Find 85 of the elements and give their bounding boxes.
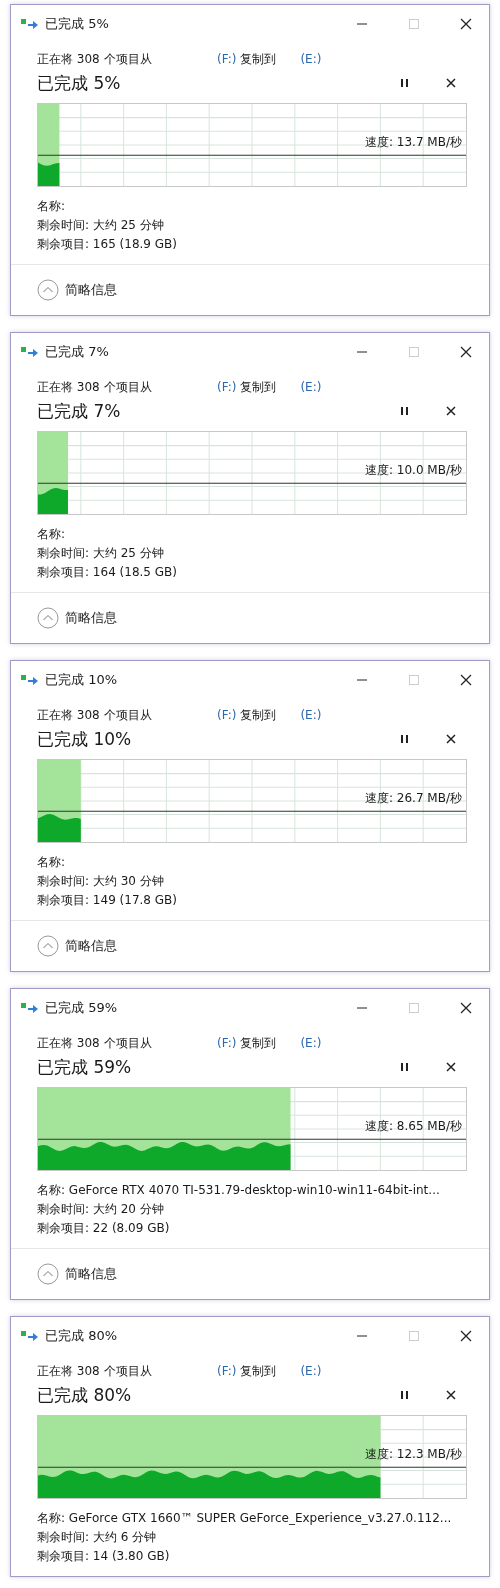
file-name: 名称: GeForce GTX 1660™ SUPER GeForce_Experience_v3.27.0.112... bbox=[37, 1510, 453, 1527]
time-remaining: 剩余时间: 大约 30 分钟 bbox=[37, 873, 165, 890]
speed-label: 速度: 10.0 MB/秒 bbox=[364, 462, 462, 479]
fewer-details-button[interactable]: 简略信息 bbox=[37, 1263, 117, 1285]
maximize-icon bbox=[408, 674, 420, 686]
file-name: 名称: bbox=[37, 198, 67, 215]
copy-icon bbox=[21, 346, 39, 358]
fewer-details-button[interactable]: 简略信息 bbox=[37, 607, 117, 629]
progress-heading: 已完成 59% bbox=[37, 1055, 133, 1079]
speed-wave-drawing bbox=[38, 487, 68, 514]
window-title: 已完成 80% bbox=[45, 1327, 119, 1345]
close-icon bbox=[460, 18, 472, 30]
maximize-icon bbox=[408, 18, 420, 30]
speed-label: 速度: 8.65 MB/秒 bbox=[364, 1118, 462, 1135]
maximize-icon bbox=[408, 1330, 420, 1342]
items-remaining: 剩余项目: 22 (8.09 GB) bbox=[37, 1220, 171, 1237]
cancel-icon bbox=[446, 734, 456, 744]
close-icon bbox=[460, 674, 472, 686]
close-icon bbox=[460, 346, 472, 358]
target-drive-link[interactable]: (E:) bbox=[300, 708, 322, 722]
fewer-details-button[interactable]: 简略信息 bbox=[37, 279, 117, 301]
time-remaining: 剩余时间: 大约 25 分钟 bbox=[37, 545, 165, 562]
chevron-up-icon bbox=[37, 279, 59, 301]
target-drive-link[interactable]: (E:) bbox=[300, 52, 322, 66]
fewer-details-button[interactable]: 简略信息 bbox=[37, 935, 117, 957]
pause-icon bbox=[400, 1062, 410, 1072]
progress-heading: 已完成 80% bbox=[37, 1383, 133, 1407]
progress-heading: 已完成 7% bbox=[37, 399, 122, 423]
copy-to-text: 复制到 bbox=[240, 1034, 278, 1052]
copy-to-text: 复制到 bbox=[240, 378, 278, 396]
file-name: 名称: bbox=[37, 526, 67, 543]
copy-to-text: 复制到 bbox=[240, 706, 278, 724]
items-remaining: 剩余项目: 149 (17.8 GB) bbox=[37, 892, 178, 909]
maximize-icon bbox=[408, 346, 420, 358]
items-remaining: 剩余项目: 164 (18.5 GB) bbox=[37, 564, 178, 581]
pause-icon bbox=[400, 1390, 410, 1400]
target-drive-link[interactable]: (E:) bbox=[300, 1364, 322, 1378]
copy-icon bbox=[21, 1002, 39, 1014]
pause-icon bbox=[400, 734, 410, 744]
copy-icon bbox=[21, 1330, 39, 1342]
copy-icon bbox=[21, 674, 39, 686]
copy-description: 正在将 308 个项目从 bbox=[37, 378, 153, 396]
copy-description: 正在将 308 个项目从 bbox=[37, 706, 153, 724]
progress-heading: 已完成 10% bbox=[37, 727, 133, 751]
source-drive-link[interactable]: (F:) bbox=[217, 1036, 237, 1050]
chevron-up-icon bbox=[37, 935, 59, 957]
chevron-up-icon bbox=[37, 1263, 59, 1285]
cancel-icon bbox=[446, 406, 456, 416]
source-drive-link[interactable]: (F:) bbox=[217, 52, 237, 66]
progress-heading: 已完成 5% bbox=[37, 71, 122, 95]
target-drive-link[interactable]: (E:) bbox=[300, 380, 322, 394]
window-title: 已完成 7% bbox=[45, 343, 110, 361]
time-remaining: 剩余时间: 大约 20 分钟 bbox=[37, 1201, 165, 1218]
maximize-icon bbox=[408, 1002, 420, 1014]
cancel-icon bbox=[446, 1062, 456, 1072]
source-drive-link[interactable]: (F:) bbox=[217, 1364, 237, 1378]
speed-label: 速度: 26.7 MB/秒 bbox=[364, 790, 462, 807]
target-drive-link[interactable]: (E:) bbox=[300, 1036, 322, 1050]
items-remaining: 剩余项目: 165 (18.9 GB) bbox=[37, 236, 178, 253]
copy-description: 正在将 308 个项目从 bbox=[37, 50, 153, 68]
file-name: 名称: bbox=[37, 854, 67, 871]
window-title: 已完成 59% bbox=[45, 999, 119, 1017]
copy-description: 正在将 308 个项目从 bbox=[37, 1362, 153, 1380]
pause-icon bbox=[400, 406, 410, 416]
window-title: 已完成 10% bbox=[45, 671, 119, 689]
copy-to-text: 复制到 bbox=[240, 1362, 278, 1380]
copy-icon bbox=[21, 18, 39, 30]
time-remaining: 剩余时间: 大约 6 分钟 bbox=[37, 1529, 158, 1546]
items-remaining: 剩余项目: 14 (3.80 GB) bbox=[37, 1548, 171, 1565]
file-name: 名称: GeForce RTX 4070 TI-531.79-desktop-win10-win11-64bit-int... bbox=[37, 1182, 441, 1199]
speed-label: 速度: 12.3 MB/秒 bbox=[364, 1446, 462, 1463]
close-icon bbox=[460, 1330, 472, 1342]
source-drive-link[interactable]: (F:) bbox=[217, 708, 237, 722]
copy-description: 正在将 308 个项目从 bbox=[37, 1034, 153, 1052]
chevron-up-icon bbox=[37, 607, 59, 629]
speed-wave-drawing bbox=[38, 813, 81, 842]
source-drive-link[interactable]: (F:) bbox=[217, 380, 237, 394]
pause-icon bbox=[400, 78, 410, 88]
window-title: 已完成 5% bbox=[45, 15, 110, 33]
cancel-icon bbox=[446, 78, 456, 88]
speed-label: 速度: 13.7 MB/秒 bbox=[364, 134, 462, 151]
cancel-icon bbox=[446, 1390, 456, 1400]
time-remaining: 剩余时间: 大约 25 分钟 bbox=[37, 217, 165, 234]
close-icon bbox=[460, 1002, 472, 1014]
copy-to-text: 复制到 bbox=[240, 50, 278, 68]
